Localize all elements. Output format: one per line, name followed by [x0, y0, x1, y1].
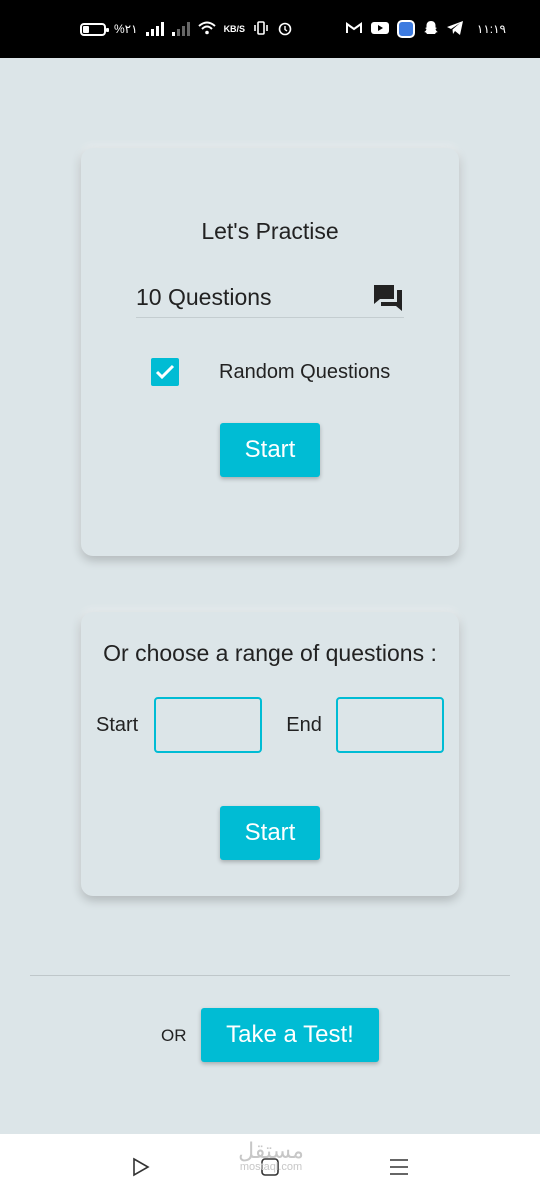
practise-title: Let's Practise: [201, 218, 339, 244]
gmail-icon: [345, 21, 363, 37]
watermark-arabic: مستقل: [238, 1138, 304, 1163]
random-questions-label: Random Questions: [219, 360, 391, 383]
status-right: ۱۱:۱۹: [345, 20, 506, 38]
question-count-select[interactable]: 10 Questions: [136, 278, 404, 318]
forum-icon: [372, 283, 404, 313]
watermark-latin: mostaql.com: [239, 1161, 303, 1173]
or-label: OR: [161, 1026, 187, 1045]
range-title: Or choose a range of questions :: [103, 640, 437, 666]
range-end-label: End: [286, 713, 322, 736]
clock: ۱۱:۱۹: [476, 22, 506, 36]
question-count-value: 10 Questions: [136, 284, 272, 310]
range-inputs-row: Start End: [96, 696, 446, 754]
wifi-icon: [197, 21, 216, 37]
alarm-icon: [277, 20, 293, 38]
range-start-input[interactable]: [154, 697, 263, 753]
range-start-label: Start: [96, 713, 139, 736]
range-start-button[interactable]: Start: [220, 806, 320, 860]
youtube-icon: [370, 21, 389, 37]
watermark: مستقل mostaql.com: [236, 1140, 306, 1173]
back-nav-button[interactable]: [130, 1156, 152, 1178]
test-row: OR Take a Test!: [0, 1008, 540, 1062]
signal-weak-icon: [171, 22, 190, 36]
divider: [30, 975, 510, 976]
practise-card: Let's Practise 10 Questions Random Quest…: [81, 148, 459, 556]
app-notification-icon: [396, 20, 415, 38]
check-icon: [155, 364, 175, 380]
battery-icon: [80, 22, 109, 36]
menu-nav-button[interactable]: [388, 1156, 410, 1178]
status-bar: %۲۱ KB/S ۱۱:۱۹: [0, 0, 540, 58]
app-screen: %۲۱ KB/S ۱۱:۱۹ Let's Practise 10 Questio…: [0, 0, 540, 1200]
vibrate-icon: [253, 20, 269, 38]
menu-lines-icon: [390, 1159, 408, 1175]
status-left: %۲۱ KB/S: [80, 20, 293, 38]
practise-start-button[interactable]: Start: [220, 423, 320, 477]
random-questions-checkbox[interactable]: [151, 358, 179, 386]
random-questions-row[interactable]: Random Questions: [151, 358, 411, 386]
play-triangle-icon: [133, 1157, 150, 1177]
signal-icon: [145, 22, 164, 36]
battery-level: %۲۱: [114, 22, 138, 36]
take-test-button[interactable]: Take a Test!: [201, 1008, 379, 1062]
telegram-icon: [446, 21, 463, 37]
snapchat-icon: [423, 20, 439, 38]
range-end-input[interactable]: [335, 697, 444, 753]
network-speed: KB/S: [223, 23, 246, 34]
range-card: Or choose a range of questions : Start E…: [81, 612, 459, 896]
